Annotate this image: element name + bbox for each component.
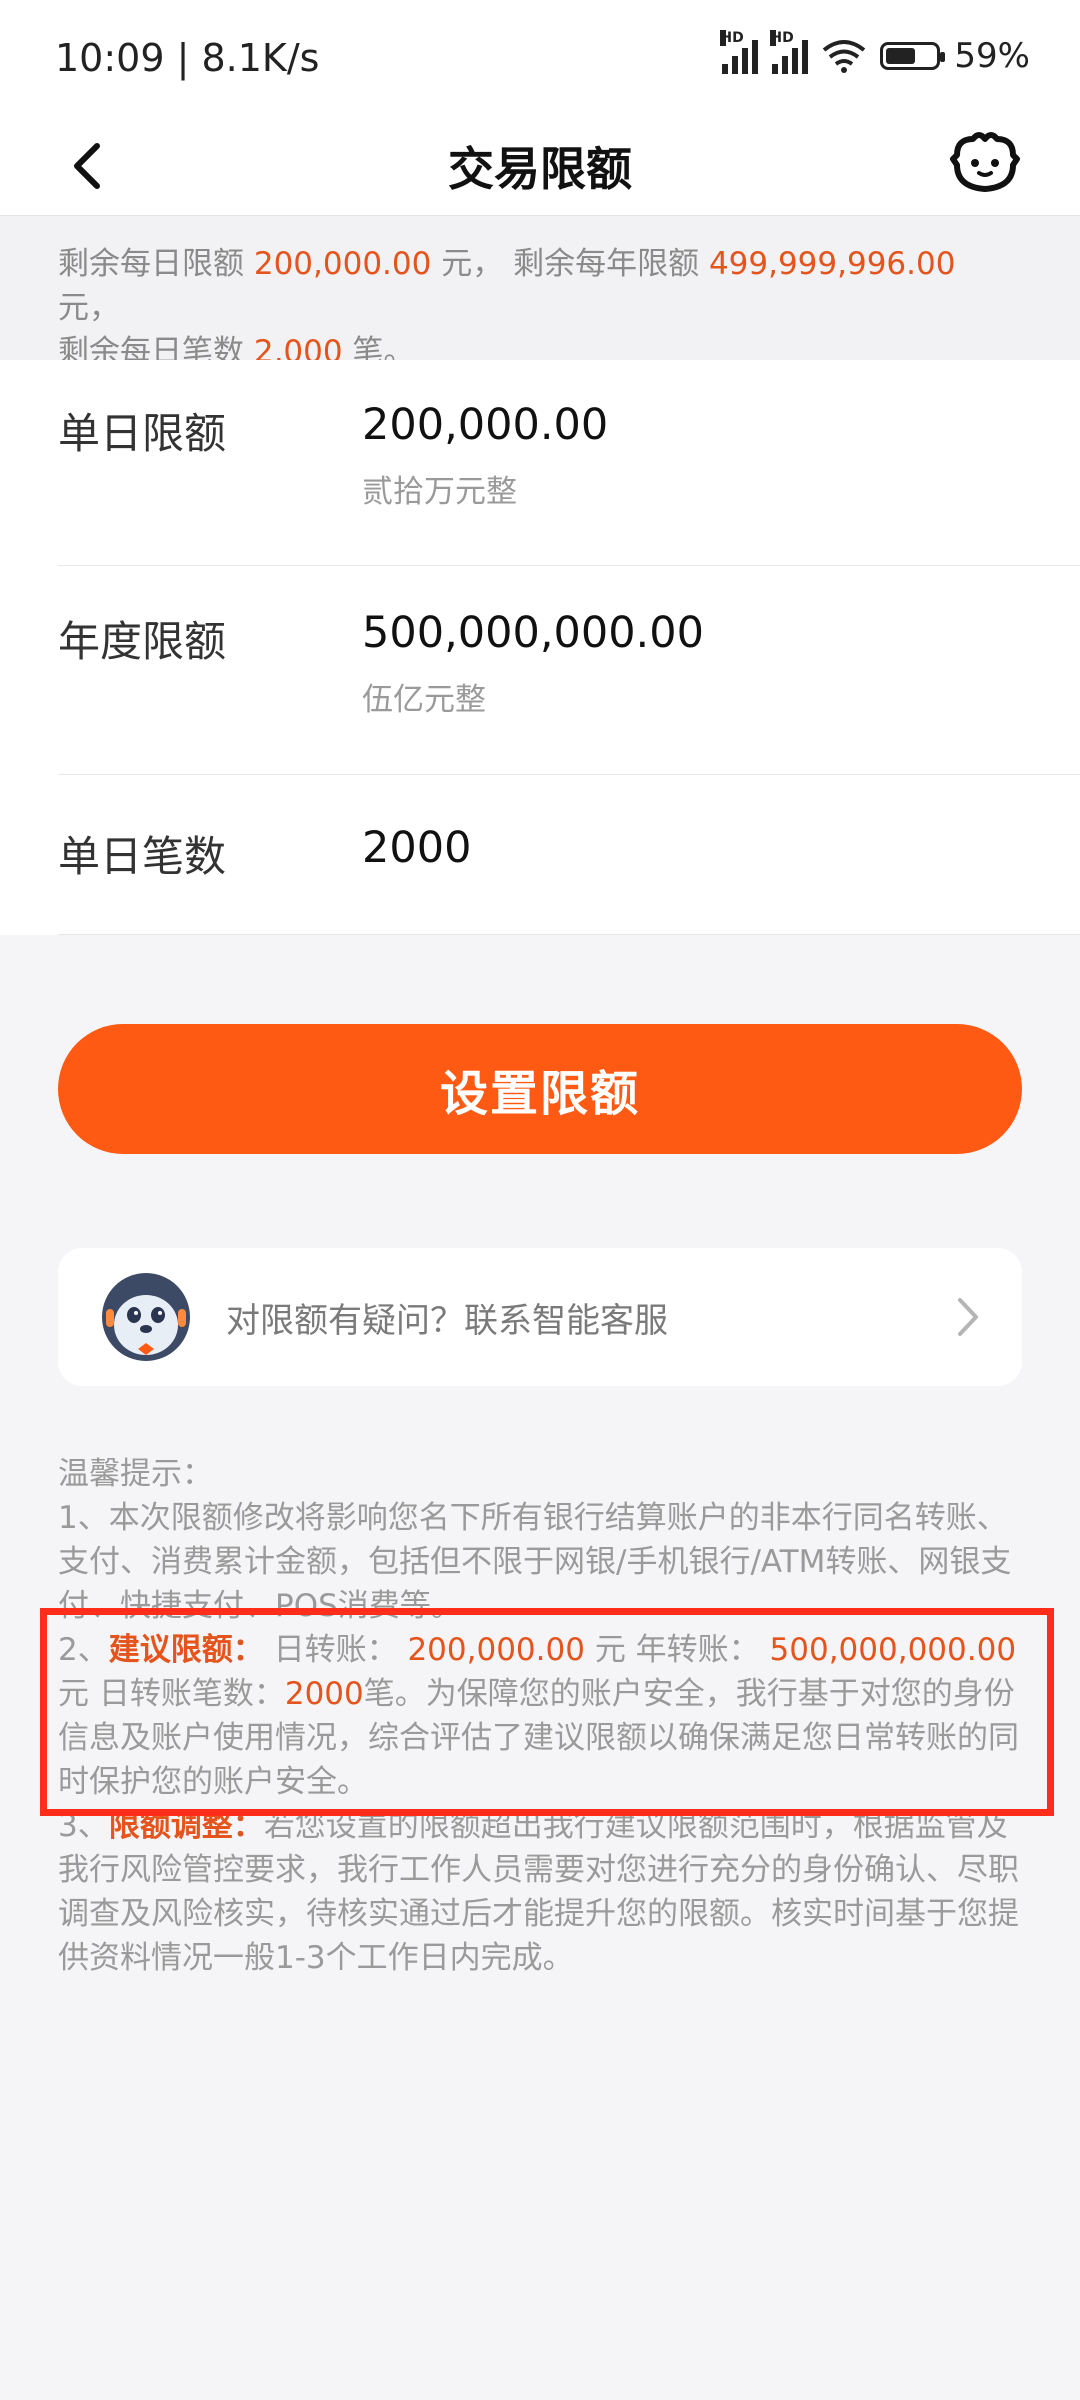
- divider: [58, 934, 1080, 935]
- daily-count-label: 单日笔数: [58, 832, 227, 881]
- set-limit-button[interactable]: 设置限额: [58, 1024, 1022, 1154]
- battery-icon: [880, 42, 946, 70]
- daily-limit-uppercase: 贰拾万元整: [362, 474, 517, 510]
- nav-bar: 交易限额: [0, 125, 1080, 215]
- daily-limit-input[interactable]: 200,000.00: [362, 400, 608, 450]
- divider: [58, 565, 1080, 566]
- yearly-limit-label: 年度限额: [58, 617, 227, 666]
- yearly-limit-uppercase: 伍亿元整: [362, 682, 486, 718]
- yearly-limit-input[interactable]: 500,000,000.00: [362, 608, 704, 658]
- tips-title: 温馨提示：: [58, 1456, 213, 1492]
- daily-limit-row[interactable]: 单日限额 200,000.00 贰拾万元整: [58, 400, 1080, 570]
- battery-percent: 59%: [954, 36, 1030, 76]
- yearly-remaining-amount: 499,999,996.00: [708, 246, 956, 282]
- signal-icon-2: HD: [770, 30, 809, 74]
- remaining-limits-notice: 剩余每日限额 200,000.00 元， 剩余每年限额 499,999,996.…: [0, 215, 1080, 370]
- daily-limit-label: 单日限额: [58, 409, 227, 458]
- wifi-icon: [823, 40, 866, 73]
- hd-label: HD: [720, 30, 744, 46]
- yearly-remaining-unit: 元，: [58, 290, 120, 326]
- daily-remaining-amount: 200,000.00: [253, 246, 432, 282]
- status-time-speed: 10:09 | 8.1K/s: [55, 36, 320, 80]
- page-title: 交易限额: [448, 142, 632, 196]
- status-bar: 10:09 | 8.1K/s HD HD 59%: [0, 0, 1080, 125]
- customer-service-icon[interactable]: [945, 125, 1025, 205]
- daily-remaining-unit: 元，: [441, 246, 504, 282]
- yearly-remaining-label: 剩余每年限额: [513, 246, 700, 282]
- contact-service-card[interactable]: 对限额有疑问？联系智能客服: [58, 1248, 1022, 1386]
- daily-count-input[interactable]: 2000: [362, 823, 471, 873]
- status-icons: HD HD 59%: [720, 30, 1030, 76]
- daily-count-row[interactable]: 单日笔数 2000: [58, 823, 1080, 903]
- hd-label-2: HD: [770, 30, 794, 46]
- highlight-annotation-box: [40, 1608, 1054, 1816]
- divider: [58, 774, 1080, 775]
- chevron-right-icon: [958, 1298, 978, 1336]
- robot-avatar-icon: [102, 1273, 190, 1361]
- signal-icon: HD: [720, 30, 759, 74]
- contact-service-text: 对限额有疑问？联系智能客服: [226, 1301, 668, 1341]
- yearly-limit-row[interactable]: 年度限额 500,000,000.00 伍亿元整: [58, 608, 1080, 778]
- daily-remaining-label: 剩余每日限额: [58, 246, 244, 282]
- tip-3: 3、限额调整：若您设置的限额超出我行建议限额范围时，根据监管及我行风险管控要求，…: [58, 1804, 1022, 1980]
- limit-form: 单日限额 200,000.00 贰拾万元整 年度限额 500,000,000.0…: [0, 360, 1080, 935]
